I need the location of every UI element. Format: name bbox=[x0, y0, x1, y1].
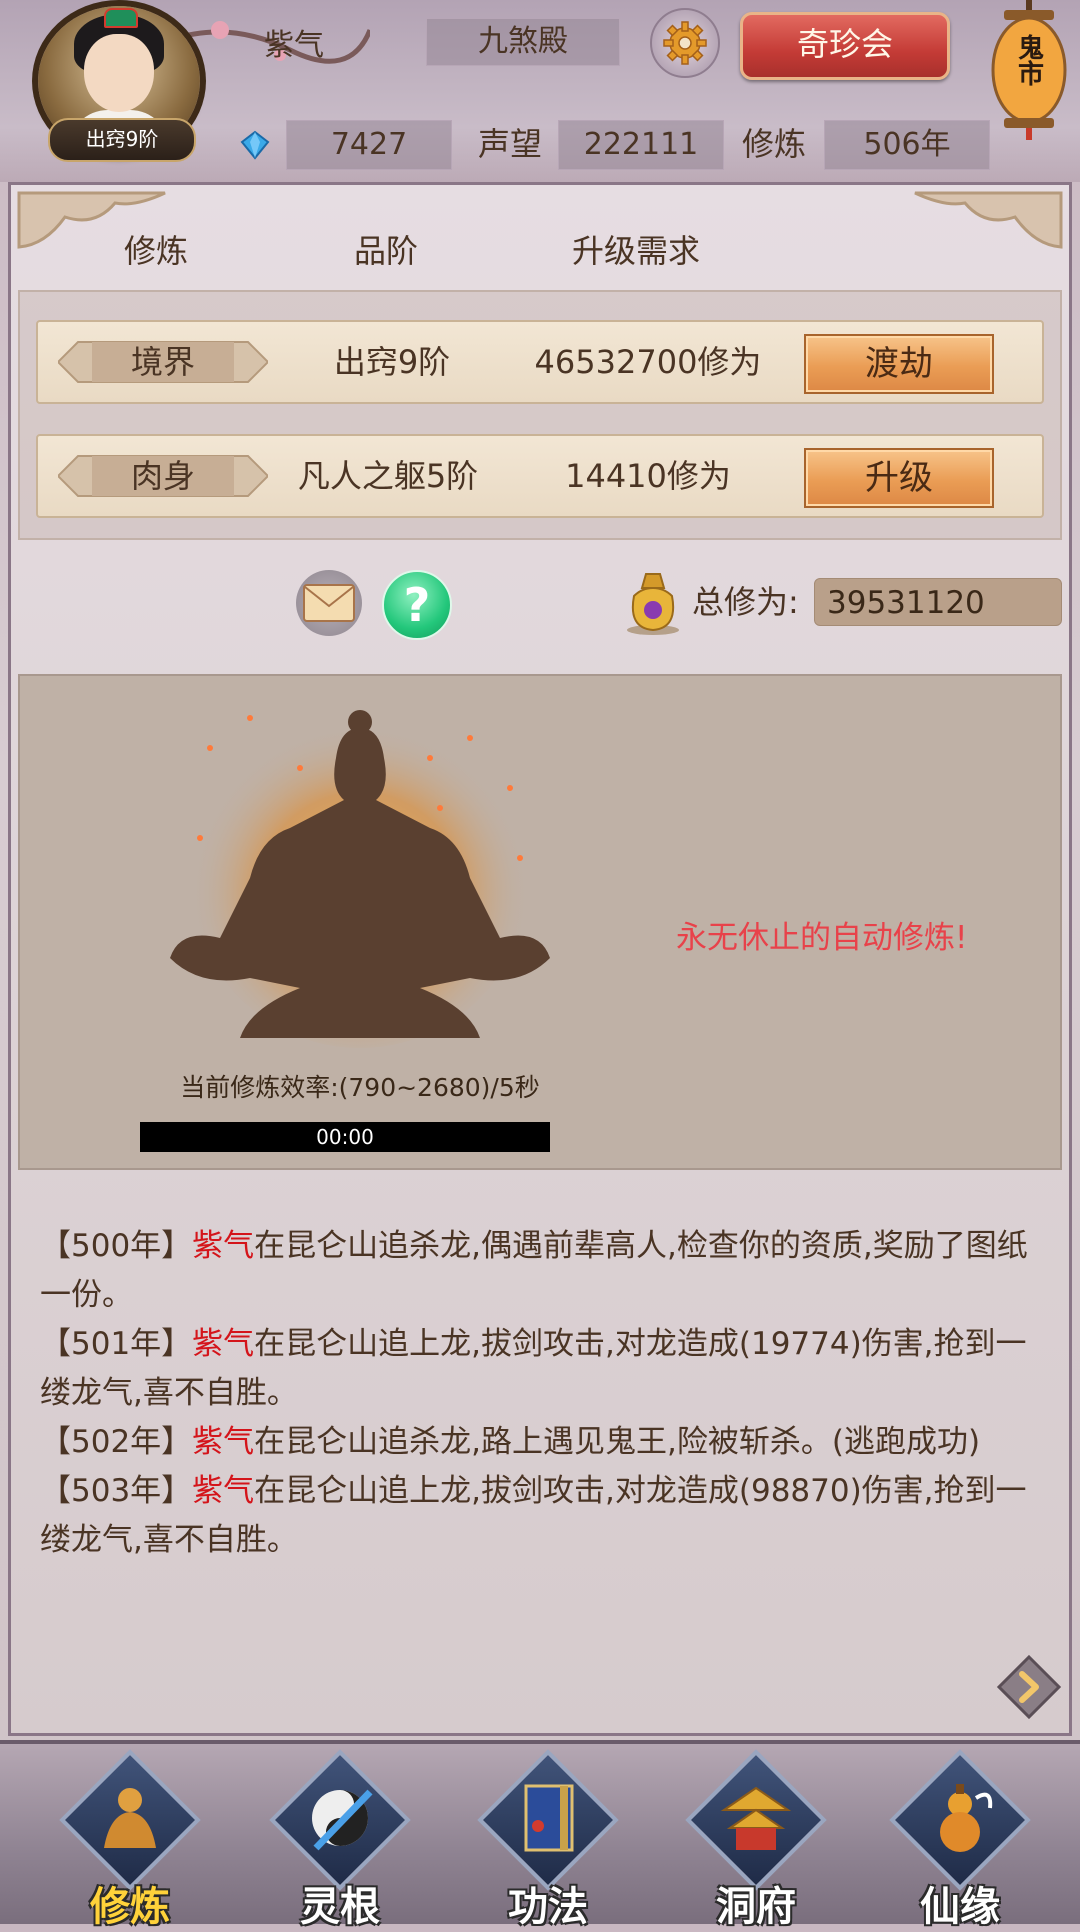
avatar-face bbox=[84, 34, 154, 112]
log-entry: 【501年】紫气在昆仑山追上龙,拔剑攻击,对龙造成(19774)伤害,抢到一缕龙… bbox=[40, 1320, 1030, 1418]
realm-grade: 出窍9阶 bbox=[333, 343, 451, 381]
log-year: 【502年】 bbox=[40, 1424, 193, 1460]
auto-cultivation-message: 永无休止的自动修炼! bbox=[676, 920, 968, 956]
log-entry: 【503年】紫气在昆仑山追上龙,拔剑攻击,对龙造成(98870)伤害,抢到一缕龙… bbox=[40, 1467, 1030, 1565]
nav-immortal-fate[interactable]: 仙缘 bbox=[880, 1749, 1040, 1930]
cultivation-timer: 00:00 bbox=[140, 1122, 550, 1152]
lantern-label: 鬼市 bbox=[1015, 33, 1044, 86]
column-header-grade: 品阶 bbox=[354, 232, 419, 270]
top-header: 出窍9阶 紫气 九煞殿 奇珍会 鬼市 7427 声望 222111 修炼 506… bbox=[0, 0, 1080, 182]
meditating-figure-icon bbox=[104, 1788, 156, 1848]
treasure-auction-button[interactable]: 奇珍会 bbox=[740, 12, 950, 80]
cultivation-years-label: 修炼 bbox=[742, 125, 807, 163]
cultivation-efficiency: 当前修炼效率:(790~2680)/5秒 bbox=[180, 1073, 540, 1102]
bottom-navigation: 修炼 灵根 功法 洞府 仙缘 bbox=[0, 1740, 1080, 1930]
prestige-label: 声望 bbox=[478, 125, 543, 163]
log-year: 【503年】 bbox=[40, 1473, 193, 1509]
nav-label-cultivate: 修炼 bbox=[90, 1884, 170, 1930]
gourd-icon bbox=[940, 1784, 993, 1852]
realm-tag-label: 境界 bbox=[130, 343, 195, 381]
nav-cave-dwelling[interactable]: 洞府 bbox=[676, 1749, 836, 1930]
log-year: 【500年】 bbox=[40, 1228, 193, 1264]
log-player-name: 紫气 bbox=[192, 1473, 255, 1509]
nav-label-techniques: 功法 bbox=[508, 1884, 588, 1930]
log-text: 在昆仑山追杀龙,路上遇见鬼王,险被斩杀。(逃跑成功) bbox=[254, 1424, 981, 1460]
body-grade: 凡人之躯5阶 bbox=[297, 457, 479, 495]
body-row: 肉身 凡人之躯5阶 14410修为 升级 bbox=[36, 434, 1044, 518]
mail-button[interactable] bbox=[296, 570, 362, 636]
auto-cultivation-area: 当前修炼效率:(790~2680)/5秒 00:00 永无休止的自动修炼! bbox=[18, 674, 1062, 1170]
nav-cultivate[interactable]: 修炼 bbox=[50, 1749, 210, 1930]
column-header-cultivate: 修炼 bbox=[124, 232, 189, 270]
nav-label-cave-dwelling: 洞府 bbox=[716, 1884, 796, 1930]
log-player-name: 紫气 bbox=[192, 1424, 255, 1460]
total-cultivation-value: 39531120 bbox=[814, 578, 1062, 626]
help-button[interactable]: ? bbox=[382, 570, 452, 640]
faction-name: 九煞殿 bbox=[426, 18, 620, 66]
cultivation-pouch-icon bbox=[627, 573, 679, 635]
scripture-book-icon bbox=[524, 1784, 574, 1852]
column-header-requirement: 升级需求 bbox=[572, 232, 701, 270]
settings-button[interactable] bbox=[650, 8, 720, 78]
gear-icon bbox=[663, 21, 707, 65]
avatar-crown bbox=[104, 8, 138, 28]
ghost-market-lantern-button[interactable]: 鬼市 bbox=[990, 0, 1068, 140]
nav-label-immortal-fate: 仙缘 bbox=[920, 1884, 1000, 1930]
cloud-decoration-right bbox=[914, 191, 1063, 249]
log-entry: 【500年】紫气在昆仑山追杀龙,偶遇前辈高人,检查你的资质,奖励了图纸一份。 bbox=[40, 1222, 1030, 1320]
cultivation-years-value: 506年 bbox=[824, 120, 990, 170]
next-page-button[interactable] bbox=[996, 1654, 1062, 1720]
nav-spirit-root[interactable]: 灵根 bbox=[260, 1749, 420, 1930]
meditating-silhouette-image bbox=[170, 708, 550, 1048]
envelope-icon bbox=[303, 584, 355, 622]
tribulation-button[interactable]: 渡劫 bbox=[804, 334, 994, 394]
log-player-name: 紫气 bbox=[192, 1228, 255, 1264]
gem-icon bbox=[240, 130, 270, 160]
total-cultivation-label: 总修为: bbox=[692, 583, 799, 621]
player-name: 紫气 bbox=[264, 28, 324, 63]
realm-cost: 46532700修为 bbox=[534, 343, 762, 381]
body-cost: 14410修为 bbox=[565, 457, 731, 495]
nav-techniques[interactable]: 功法 bbox=[468, 1749, 628, 1930]
spirit-root-sword-icon bbox=[312, 1789, 373, 1851]
upgrade-button[interactable]: 升级 bbox=[804, 448, 994, 508]
log-year: 【501年】 bbox=[40, 1326, 193, 1362]
prestige-value: 222111 bbox=[558, 120, 724, 170]
log-entry: 【502年】紫气在昆仑山追杀龙,路上遇见鬼王,险被斩杀。(逃跑成功) bbox=[40, 1418, 1030, 1467]
realm-row: 境界 出窍9阶 46532700修为 渡劫 bbox=[36, 320, 1044, 404]
rank-badge: 出窍9阶 bbox=[48, 118, 196, 162]
log-player-name: 紫气 bbox=[192, 1326, 255, 1362]
nav-label-spirit-root: 灵根 bbox=[300, 1884, 380, 1930]
event-log: 【500年】紫气在昆仑山追杀龙,偶遇前辈高人,检查你的资质,奖励了图纸一份。 【… bbox=[40, 1222, 1030, 1565]
pavilion-icon bbox=[720, 1786, 792, 1850]
question-mark-icon: ? bbox=[403, 578, 431, 632]
body-tag-label: 肉身 bbox=[130, 457, 195, 495]
gem-count: 7427 bbox=[286, 120, 452, 170]
